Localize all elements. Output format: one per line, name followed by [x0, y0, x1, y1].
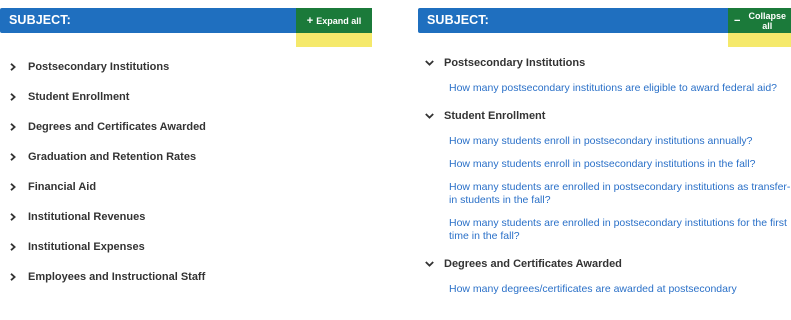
collapse-all-label: Collapse all: [748, 10, 786, 31]
section-heading-label: Postsecondary Institutions: [444, 57, 586, 69]
chevron-right-icon: [9, 213, 17, 221]
subject-item-institutional-revenues[interactable]: Institutional Revenues: [0, 202, 206, 232]
chevron-down-icon: [425, 260, 434, 268]
chevron-down-icon: [425, 112, 434, 120]
subject-item-institutional-expenses[interactable]: Institutional Expenses: [0, 232, 206, 262]
expanded-subject-list: Postsecondary Institutions How many post…: [418, 52, 791, 306]
subject-list: Postsecondary Institutions Student Enrol…: [0, 52, 206, 292]
expand-all-label: Expand all: [316, 15, 362, 26]
subject-item-label: Financial Aid: [28, 181, 97, 193]
subject-item-label: Student Enrollment: [28, 91, 130, 103]
subject-header-title: SUBJECT:: [9, 13, 71, 27]
question-link[interactable]: How many students are enrolled in postse…: [418, 217, 791, 243]
subject-item-label: Postsecondary Institutions: [28, 61, 170, 73]
subject-item-employees-and-staff[interactable]: Employees and Instructional Staff: [0, 262, 206, 292]
chevron-right-icon: [9, 63, 17, 71]
chevron-right-icon: [9, 93, 17, 101]
subject-item-postsecondary-institutions[interactable]: Postsecondary Institutions: [0, 52, 206, 82]
question-link[interactable]: How many students are enrolled in postse…: [418, 181, 791, 207]
question-link[interactable]: How many degrees/certificates are awarde…: [418, 283, 791, 296]
section-heading-label: Degrees and Certificates Awarded: [444, 258, 622, 270]
subject-item-label: Institutional Revenues: [28, 211, 146, 223]
chevron-right-icon: [9, 123, 17, 131]
minus-icon: −: [734, 14, 741, 27]
chevron-right-icon: [9, 273, 17, 281]
expand-all-button[interactable]: + Expand all: [296, 8, 372, 33]
collapse-all-button[interactable]: − Collapse all: [728, 8, 791, 33]
collapse-all-highlight: [728, 33, 791, 47]
section-heading-label: Student Enrollment: [444, 110, 546, 122]
subject-item-label: Graduation and Retention Rates: [28, 151, 197, 163]
chevron-right-icon: [9, 183, 17, 191]
chevron-right-icon: [9, 243, 17, 251]
subject-item-graduation-and-retention[interactable]: Graduation and Retention Rates: [0, 142, 206, 172]
plus-icon: +: [306, 14, 314, 27]
section-heading-postsecondary-institutions[interactable]: Postsecondary Institutions: [418, 52, 791, 74]
section-heading-degrees-and-certificates[interactable]: Degrees and Certificates Awarded: [418, 253, 791, 275]
subject-item-student-enrollment[interactable]: Student Enrollment: [0, 82, 206, 112]
expand-all-highlight: [296, 33, 372, 47]
chevron-right-icon: [9, 153, 17, 161]
subject-item-degrees-and-certificates[interactable]: Degrees and Certificates Awarded: [0, 112, 206, 142]
subject-item-label: Degrees and Certificates Awarded: [28, 121, 206, 133]
chevron-down-icon: [425, 59, 434, 67]
question-link[interactable]: How many students enroll in postsecondar…: [418, 135, 791, 148]
subject-item-label: Employees and Instructional Staff: [28, 271, 206, 283]
question-link[interactable]: How many postsecondary institutions are …: [418, 82, 791, 95]
subject-item-financial-aid[interactable]: Financial Aid: [0, 172, 206, 202]
subject-item-label: Institutional Expenses: [28, 241, 145, 253]
question-link[interactable]: How many students enroll in postsecondar…: [418, 158, 791, 171]
subject-header-title: SUBJECT:: [427, 13, 489, 27]
section-heading-student-enrollment[interactable]: Student Enrollment: [418, 105, 791, 127]
